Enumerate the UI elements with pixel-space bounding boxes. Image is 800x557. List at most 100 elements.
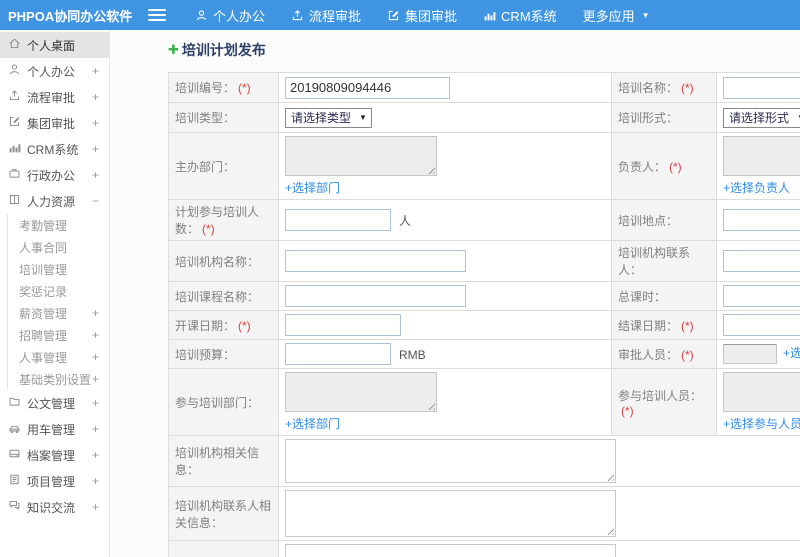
folder-icon [8,395,21,411]
org-info-textarea[interactable] [285,439,616,483]
label-planned-count: 计划参与培训人数： (*) [168,199,279,241]
sidebar-subitem-attendance[interactable]: 考勤管理 [8,214,109,236]
resize-handle-icon [605,472,614,481]
label-training-no: 培训编号： (*) [168,72,279,103]
select-join-dept-link[interactable]: +选择部门 [285,415,340,432]
select-leader-link[interactable]: +选择负责人 [723,179,790,196]
label-approver: 审批人员： (*) [611,339,717,369]
main-content: ✚ 培训计划发布 培训编号：(*) 培训名称：(*) 培训类型： 请选择类型▼ … [110,30,800,557]
sidebar-item-project[interactable]: 项目管理 + [0,468,109,494]
label-host-dept: 主办部门： [168,132,279,200]
sidebar-item-knowledge[interactable]: 知识交流 + [0,494,109,520]
label-org-contact-info: 培训机构联系人相关信息： [168,486,279,541]
project-icon [8,473,21,489]
nav-personal-office[interactable]: 个人办公 [182,0,278,30]
user-icon [8,63,21,79]
label-org-contact: 培训机构联系人： [611,240,717,282]
sidebar: 个人桌面 个人办公 + 流程审批 + 集团审批 + CRM系统 + 行政办公 + [0,30,110,557]
resize-handle-icon [426,165,435,174]
sidebar-item-vehicle[interactable]: 用车管理 + [0,416,109,442]
briefcase-icon [8,167,21,183]
sidebar-subitem-personnel[interactable]: 人事管理 + [8,346,109,368]
label-training-mode: 培训形式： [611,102,717,133]
nav-workflow-approval[interactable]: 流程审批 [278,0,374,30]
sidebar-item-archive[interactable]: 档案管理 + [0,442,109,468]
select-approver-link[interactable]: +选择审批人员 [783,346,800,360]
sidebar-subitem-recruit[interactable]: 招聘管理 + [8,324,109,346]
select-dept-link[interactable]: +选择部门 [285,179,340,196]
label-training-name: 培训名称： (*) [611,72,717,103]
user-icon [195,9,208,22]
label-budget: 培训预算： [168,339,279,369]
training-mode-select[interactable]: 请选择形式▼ [723,107,800,128]
plus-icon: ✚ [168,42,179,57]
training-type-select[interactable]: 请选择类型 ▼ [285,107,372,128]
label-course-name: 培训课程名称： [168,281,279,311]
caret-down-icon: ▼ [641,10,650,20]
sidebar-item-workflow-approval[interactable]: 流程审批 + [0,84,109,110]
label-requirements: 培训要求： [168,540,279,557]
label-org-info: 培训机构相关信息： [168,435,279,487]
join-people-box[interactable] [723,372,800,412]
page-title: ✚ 培训计划发布 [168,42,266,58]
label-join-dept: 参与培训部门： [168,368,279,436]
sidebar-subitem-hr-contract[interactable]: 人事合同 [8,236,109,258]
home-icon [8,37,21,53]
label-start-date: 开课日期： (*) [168,310,279,340]
total-hours-input[interactable] [723,285,800,307]
chat-icon [8,499,21,515]
sidebar-subitem-training[interactable]: 培训管理 [8,258,109,280]
label-location: 培训地点： [611,199,717,241]
archive-icon [8,447,21,463]
start-date-input[interactable] [285,314,401,336]
resize-handle-icon [426,401,435,410]
org-name-input[interactable] [285,250,466,272]
resize-handle-icon [605,526,614,535]
nav-crm-system[interactable]: CRM系统 [470,0,570,30]
label-join-people: 参与培训人员：(*) [611,368,717,436]
sidebar-item-hr[interactable]: 人力资源 − [0,188,109,214]
location-input[interactable] [723,209,800,231]
sidebar-item-admin-office[interactable]: 行政办公 + [0,162,109,188]
chart-icon [8,141,21,157]
training-no-input[interactable] [285,76,450,99]
chart-icon [483,9,496,22]
sidebar-subitem-reward-record[interactable]: 奖惩记录 [8,280,109,302]
label-org-name: 培训机构名称： [168,240,279,282]
training-plan-form: 培训编号：(*) 培训名称：(*) 培训类型： 请选择类型▼ 培训形式： 请选择… [168,72,800,557]
budget-input[interactable] [285,343,391,365]
book-icon [8,193,21,209]
edit-icon [8,115,21,131]
sidebar-item-desktop[interactable]: 个人桌面 [0,32,109,58]
training-name-input[interactable] [723,76,800,99]
top-bar: PHPOA协同办公软件 个人办公 流程审批 集团审批 CRM系统 更多应用 ▼ [0,0,800,30]
menu-toggle-icon[interactable] [148,9,166,21]
sidebar-item-group-approval[interactable]: 集团审批 + [0,110,109,136]
approver-box[interactable] [723,344,777,364]
join-dept-box[interactable] [285,372,437,412]
sidebar-item-crm[interactable]: CRM系统 + [0,136,109,162]
org-contact-info-textarea[interactable] [285,490,616,537]
sidebar-subitem-salary[interactable]: 薪资管理 + [8,302,109,324]
select-join-people-link[interactable]: +选择参与人员 [723,415,800,432]
label-training-type: 培训类型： [168,102,279,133]
car-icon [8,421,21,437]
requirements-textarea[interactable] [285,544,616,557]
sidebar-item-personal-office[interactable]: 个人办公 + [0,58,109,84]
unit-label: 人 [399,213,412,228]
label-end-date: 结课日期： (*) [611,310,717,340]
course-name-input[interactable] [285,285,466,307]
org-contact-input[interactable] [723,250,800,272]
sidebar-item-documents[interactable]: 公文管理 + [0,390,109,416]
hr-submenu: 考勤管理 人事合同 培训管理 奖惩记录 薪资管理 + 招聘管理 + 人事管理 + 基础… [7,214,109,390]
nav-more-apps[interactable]: 更多应用 ▼ [570,0,663,30]
app-logo: PHPOA协同办公软件 [8,8,133,24]
host-dept-box[interactable] [285,136,437,176]
label-leader: 负责人： (*) [611,132,717,200]
upload-icon [8,89,21,105]
sidebar-subitem-base-category[interactable]: 基础类别设置 + [8,368,109,390]
planned-count-input[interactable] [285,209,391,231]
leader-box[interactable] [723,136,800,176]
nav-group-approval[interactable]: 集团审批 [374,0,470,30]
end-date-input[interactable] [723,314,800,336]
